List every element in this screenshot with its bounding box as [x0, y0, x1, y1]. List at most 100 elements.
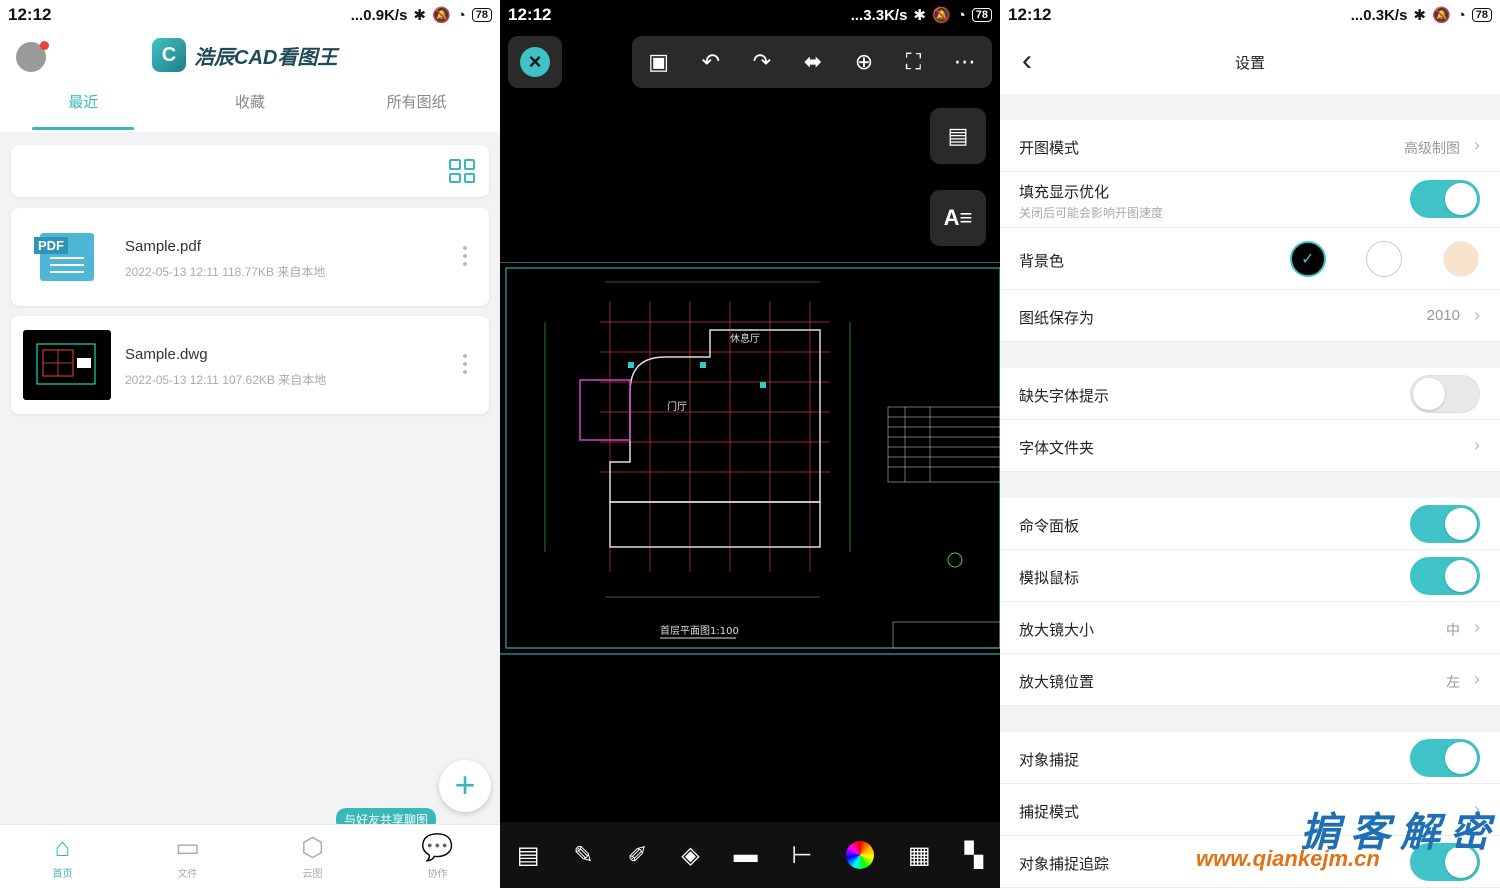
home-header: C 浩辰CAD看图王 最近 收藏 所有图纸 — [0, 30, 500, 132]
home-icon: ⌂ — [54, 832, 71, 862]
redo-icon[interactable]: ↷ — [753, 49, 771, 75]
status-time: 12:12 — [1008, 5, 1052, 24]
bottom-nav: ⌂ 首页 ▭ 文件 ⬡ 云图 💬 协作 — [0, 824, 500, 888]
setting-label: 对象捕捉追踪 — [1019, 856, 1110, 873]
simulate-mouse-toggle[interactable] — [1410, 557, 1480, 595]
tab-favorites[interactable]: 收藏 — [167, 90, 334, 132]
setting-label: 背景色 — [1019, 253, 1065, 270]
edit-icon[interactable]: ✐ — [627, 841, 647, 870]
undo-icon[interactable]: ↶ — [702, 49, 720, 75]
file-meta: 2022-05-13 12:11 107.62KB 来自本地 — [125, 373, 327, 387]
status-bar: 12:12 ...3.3K/s ✱ 🔕 ◔ 78 — [500, 0, 1000, 30]
chevron-right-icon: › — [1474, 617, 1480, 637]
setting-missing-font: 缺失字体提示 — [1000, 368, 1500, 420]
grid-tool-icon[interactable]: ▚ — [965, 841, 983, 870]
mute-icon: 🔕 — [1432, 7, 1451, 24]
file-item[interactable]: PDF Sample.pdf 2022-05-13 12:11 118.77KB… — [11, 208, 489, 306]
network-speed: ...3.3K/s — [850, 6, 908, 24]
nav-cloud[interactable]: ⬡ 云图 — [250, 825, 375, 888]
setting-object-snap: 对象捕捉 — [1000, 732, 1500, 784]
toolbox-icon[interactable]: ▦ — [908, 841, 931, 870]
file-item[interactable]: Sample.dwg 2022-05-13 12:11 107.62KB 来自本… — [11, 316, 489, 414]
setting-label: 字体文件夹 — [1019, 440, 1095, 457]
nav-cloud-label: 云图 — [302, 869, 323, 880]
text-tool-button[interactable]: A≡ — [930, 190, 986, 246]
missing-font-toggle[interactable] — [1410, 375, 1480, 413]
setting-font-folder[interactable]: 字体文件夹 › — [1000, 420, 1500, 472]
bluetooth-icon: ✱ — [913, 7, 926, 24]
bottom-toolbar: ▤ ✎ ✐ ◈ ▬ ⊢ ▦ ▚ — [500, 822, 1000, 888]
network-speed: ...0.3K/s — [1350, 6, 1408, 24]
home-tabs: 最近 收藏 所有图纸 — [0, 90, 500, 132]
logo-text: 浩辰CAD看图王 — [194, 46, 338, 69]
folder-icon: ▭ — [175, 832, 200, 862]
more-icon[interactable] — [463, 246, 467, 266]
layers-icon[interactable]: ◈ — [681, 841, 699, 870]
logo-icon: C — [152, 38, 186, 72]
setting-subtext: 关闭后可能会影响开图速度 — [1019, 206, 1164, 220]
setting-value: 中 — [1446, 622, 1460, 638]
more-icon[interactable]: ⋯ — [954, 49, 976, 75]
fullscreen-icon[interactable]: ⛶ — [906, 49, 921, 75]
setting-save-as[interactable]: 图纸保存为 2010 › — [1000, 290, 1500, 342]
setting-value: 2010 — [1426, 307, 1460, 324]
viewer-toolbar: ▣ ↶ ↷ ⬌ ⊕ ⛶ ⋯ — [632, 36, 992, 88]
text-icon: A≡ — [943, 205, 973, 230]
tab-indicator — [32, 127, 134, 130]
object-snap-toggle[interactable] — [1410, 739, 1480, 777]
drawing-title: 首层平面图1:100 — [660, 624, 739, 637]
wifi-icon: ◔ — [456, 6, 466, 24]
cad-drawing[interactable]: 休息厅 门厅 首层平面图1:100 — [500, 261, 1000, 656]
nav-home-label: 首页 — [52, 869, 73, 880]
app-root: 12:12 ...0.9K/s ✱ 🔕 ◔ 78 C 浩辰CAD看图王 最近 收… — [0, 0, 1500, 888]
setting-magnifier-size[interactable]: 放大镜大小 中 › — [1000, 602, 1500, 654]
pdf-thumbnail: PDF — [23, 222, 111, 292]
avatar[interactable] — [16, 41, 49, 72]
setting-open-mode[interactable]: 开图模式 高级制图 › — [1000, 120, 1500, 172]
zoom-icon[interactable]: ⊕ — [855, 49, 873, 75]
setting-label: 捕捉模式 — [1019, 804, 1080, 821]
setting-magnifier-position[interactable]: 放大镜位置 左 › — [1000, 654, 1500, 706]
nav-collab[interactable]: 💬 协作 — [375, 825, 500, 888]
network-speed: ...0.9K/s — [350, 6, 408, 24]
setting-simulate-mouse: 模拟鼠标 — [1000, 550, 1500, 602]
command-panel-toggle[interactable] — [1410, 505, 1480, 543]
save-icon[interactable]: ▣ — [648, 49, 669, 75]
status-time: 12:12 — [508, 5, 552, 24]
pen-icon[interactable]: ✎ — [573, 841, 593, 870]
tab-all-drawings[interactable]: 所有图纸 — [333, 90, 500, 132]
grid-view-icon[interactable] — [449, 159, 475, 183]
nav-home[interactable]: ⌂ 首页 — [0, 825, 125, 888]
nav-files[interactable]: ▭ 文件 — [125, 825, 250, 888]
bg-swatch-black[interactable]: ✓ — [1290, 241, 1326, 277]
bg-swatch-beige[interactable] — [1443, 241, 1479, 277]
comments-button[interactable]: ▤ — [930, 108, 986, 164]
settings-screen: 12:12 ...0.3K/s ✱ 🔕 ◔ 78 ‹ 设置 开图模式 高级制图 … — [1000, 0, 1500, 888]
more-icon[interactable] — [463, 354, 467, 374]
color-wheel-icon[interactable] — [846, 841, 875, 869]
status-bar: 12:12 ...0.3K/s ✱ 🔕 ◔ 78 — [1000, 0, 1500, 30]
add-button[interactable]: + — [439, 760, 491, 812]
dwg-thumbnail — [23, 330, 111, 400]
mute-icon: 🔕 — [932, 7, 951, 24]
battery-icon: 78 — [471, 8, 492, 22]
setting-label: 开图模式 — [1019, 140, 1080, 157]
comment-icon: ▤ — [947, 123, 969, 148]
comment-tool-icon[interactable]: ▤ — [517, 841, 540, 870]
setting-label: 对象捕捉 — [1019, 752, 1080, 769]
chevron-right-icon: › — [1474, 305, 1480, 325]
ruler-icon[interactable]: ▬ — [734, 841, 758, 869]
tab-recent[interactable]: 最近 — [0, 90, 167, 132]
notification-dot — [40, 41, 49, 50]
fit-width-icon[interactable]: ⬌ — [804, 49, 822, 75]
page-title: 设置 — [1234, 55, 1265, 72]
bluetooth-icon: ✱ — [1413, 7, 1426, 24]
dimension-icon[interactable]: ⊢ — [791, 841, 812, 870]
close-button[interactable]: × — [508, 36, 562, 88]
bg-swatch-white[interactable] — [1366, 241, 1402, 277]
chevron-right-icon: › — [1474, 135, 1480, 155]
setting-label: 填充显示优化 — [1019, 184, 1110, 201]
battery-icon: 78 — [1471, 8, 1492, 22]
fill-opt-toggle[interactable] — [1410, 180, 1480, 218]
chevron-right-icon: › — [1474, 669, 1480, 689]
